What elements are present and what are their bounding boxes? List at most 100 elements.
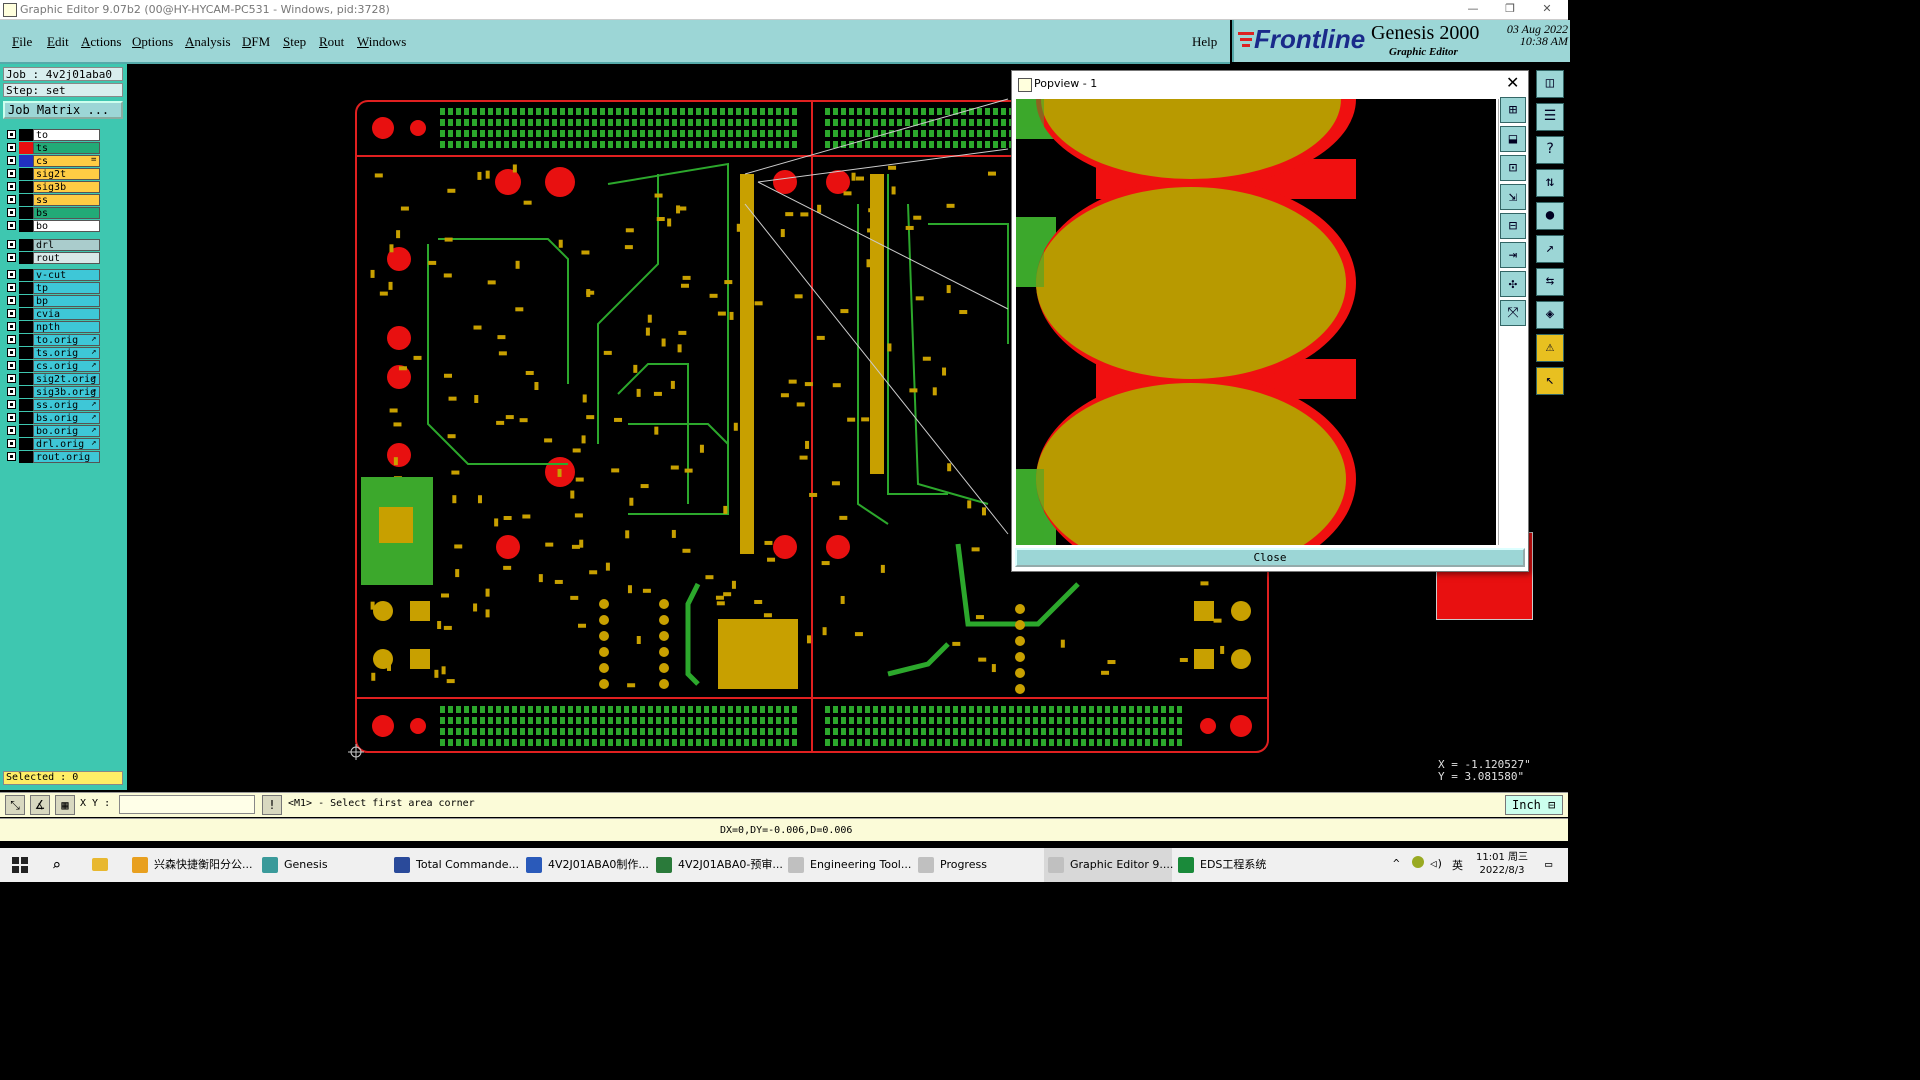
layer-checkbox[interactable] xyxy=(7,169,16,178)
menu-options[interactable]: Options xyxy=(132,34,173,50)
layer-row-cs-orig[interactable]: cs.orig ↗ xyxy=(5,360,101,372)
layer-row-sig2t[interactable]: sig2t xyxy=(5,168,101,180)
maximize-button[interactable]: ❐ xyxy=(1495,2,1525,16)
layer-checkbox[interactable] xyxy=(7,195,16,204)
menu-file[interactable]: File xyxy=(12,34,32,50)
tool-button-b2-icon[interactable]: ☰ xyxy=(1536,103,1564,131)
job-matrix-button[interactable]: Job Matrix ... xyxy=(3,101,123,119)
layer-row-bo-orig[interactable]: bo.orig ↗ xyxy=(5,425,101,437)
tool-button-a3-icon[interactable]: ⊡ xyxy=(1500,155,1526,181)
tool-button-a6-icon[interactable]: ⇥ xyxy=(1500,242,1526,268)
layer-row-bs[interactable]: bs xyxy=(5,207,101,219)
menu-rout[interactable]: Rout xyxy=(319,34,344,50)
tool-button-b1-icon[interactable]: ◫ xyxy=(1536,70,1564,98)
layer-checkbox[interactable] xyxy=(7,221,16,230)
layer-checkbox[interactable] xyxy=(7,439,16,448)
layer-row-sig2t-orig[interactable]: sig2t.orig ↗ xyxy=(5,373,101,385)
layer-checkbox[interactable] xyxy=(7,426,16,435)
taskbar-item-9[interactable]: EDS工程系统 xyxy=(1174,848,1302,882)
measure-icon[interactable]: ∡ xyxy=(30,795,50,815)
info-icon[interactable]: ! xyxy=(262,795,282,815)
tool-button-b7-icon[interactable]: ⇆ xyxy=(1536,268,1564,296)
layer-checkbox[interactable] xyxy=(7,270,16,279)
tool-button-b5-icon[interactable]: ● xyxy=(1536,202,1564,230)
close-window-button[interactable]: ✕ xyxy=(1532,2,1562,16)
layer-checkbox[interactable] xyxy=(7,156,16,165)
menu-dfm[interactable]: DFM xyxy=(242,34,270,50)
layer-checkbox[interactable] xyxy=(7,348,16,357)
layer-checkbox[interactable] xyxy=(7,374,16,383)
layer-checkbox[interactable] xyxy=(7,413,16,422)
layer-checkbox[interactable] xyxy=(7,130,16,139)
units-selector[interactable]: Inch ⊟ xyxy=(1505,795,1563,815)
tool-button-a8-icon[interactable]: ⤧ xyxy=(1500,300,1526,326)
layer-row-bs-orig[interactable]: bs.orig ↗ xyxy=(5,412,101,424)
search-icon[interactable]: ⌕ xyxy=(52,856,61,874)
taskbar-clock[interactable]: 11:01 周三 2022/8/3 xyxy=(1472,851,1532,877)
layer-checkbox[interactable] xyxy=(7,182,16,191)
layer-row-drl[interactable]: drl xyxy=(5,239,101,251)
tool-button-a4-icon[interactable]: ⇲ xyxy=(1500,184,1526,210)
layer-checkbox[interactable] xyxy=(7,208,16,217)
menu-step[interactable]: Step xyxy=(283,34,306,50)
tool-button-a1-icon[interactable]: ⊞ xyxy=(1500,97,1526,123)
layer-row-to[interactable]: to xyxy=(5,129,101,141)
popview-close-button[interactable]: Close xyxy=(1015,548,1525,567)
layer-row-rout[interactable]: rout xyxy=(5,252,101,264)
layer-checkbox[interactable] xyxy=(7,309,16,318)
layer-row-tp[interactable]: tp xyxy=(5,282,101,294)
grid-icon[interactable]: ▦ xyxy=(55,795,75,815)
layer-row-cvia[interactable]: cvia xyxy=(5,308,101,320)
layer-row-v-cut[interactable]: v-cut xyxy=(5,269,101,281)
layer-row-to-orig[interactable]: to.orig ↗ xyxy=(5,334,101,346)
tool-button-a7-icon[interactable]: ✣ xyxy=(1500,271,1526,297)
layer-row-ts-orig[interactable]: ts.orig ↗ xyxy=(5,347,101,359)
tool-button-b9-icon[interactable]: ⚠ xyxy=(1536,334,1564,362)
taskbar-item-3[interactable]: Total Commande... xyxy=(390,848,519,882)
taskbar-item-2[interactable]: Genesis xyxy=(258,848,386,882)
menu-edit[interactable]: Edit xyxy=(47,34,69,50)
snap-icon[interactable]: ⤡ xyxy=(5,795,25,815)
taskbar-item-6[interactable]: Engineering Tool... xyxy=(784,848,912,882)
menu-windows[interactable]: Windows xyxy=(357,34,406,50)
popview-canvas[interactable] xyxy=(1016,99,1496,545)
tool-button-b6-icon[interactable]: ↗ xyxy=(1536,235,1564,263)
tool-button-b10-icon[interactable]: ↖ xyxy=(1536,367,1564,395)
layer-checkbox[interactable] xyxy=(7,335,16,344)
layer-row-ss-orig[interactable]: ss.orig ↗ xyxy=(5,399,101,411)
layer-checkbox[interactable] xyxy=(7,361,16,370)
layer-row-bo[interactable]: bo xyxy=(5,220,101,232)
layer-row-sig3b-orig[interactable]: sig3b.orig ↗ xyxy=(5,386,101,398)
popview-close-icon[interactable]: ✕ xyxy=(1506,73,1519,92)
layer-checkbox[interactable] xyxy=(7,322,16,331)
layer-checkbox[interactable] xyxy=(7,296,16,305)
tool-button-b8-icon[interactable]: ◈ xyxy=(1536,301,1564,329)
taskbar-item-5[interactable]: 4V2J01ABA0-预审... xyxy=(652,848,783,882)
layer-row-ts[interactable]: ts xyxy=(5,142,101,154)
tool-button-b4-icon[interactable]: ⇅ xyxy=(1536,169,1564,197)
layer-row-rout-orig[interactable]: rout.orig xyxy=(5,451,101,463)
windows-start-icon[interactable] xyxy=(12,857,28,873)
tool-button-a2-icon[interactable]: ⬓ xyxy=(1500,126,1526,152)
layer-row-ss[interactable]: ss xyxy=(5,194,101,206)
file-explorer-icon[interactable] xyxy=(92,858,108,871)
layer-row-drl-orig[interactable]: drl.orig ↗ xyxy=(5,438,101,450)
layer-checkbox[interactable] xyxy=(7,253,16,262)
tool-button-a5-icon[interactable]: ⊟ xyxy=(1500,213,1526,239)
layer-row-sig3b[interactable]: sig3b xyxy=(5,181,101,193)
layer-checkbox[interactable] xyxy=(7,240,16,249)
layer-row-npth[interactable]: npth xyxy=(5,321,101,333)
tray-chevron-icon[interactable]: ^ xyxy=(1393,857,1400,870)
layer-checkbox[interactable] xyxy=(7,143,16,152)
taskbar-item-4[interactable]: 4V2J01ABA0制作... xyxy=(522,848,650,882)
layer-checkbox[interactable] xyxy=(7,283,16,292)
layer-checkbox[interactable] xyxy=(7,387,16,396)
notification-icon[interactable]: ▭ xyxy=(1545,857,1552,871)
tray-app-icon[interactable] xyxy=(1412,856,1424,868)
layer-row-cs[interactable]: cs = xyxy=(5,155,101,167)
tool-button-b3-icon[interactable]: ? xyxy=(1536,136,1564,164)
menu-analysis[interactable]: Analysis xyxy=(185,34,231,50)
menu-help[interactable]: Help xyxy=(1192,34,1217,50)
volume-icon[interactable]: ◁) xyxy=(1430,857,1443,870)
layer-row-bp[interactable]: bp xyxy=(5,295,101,307)
